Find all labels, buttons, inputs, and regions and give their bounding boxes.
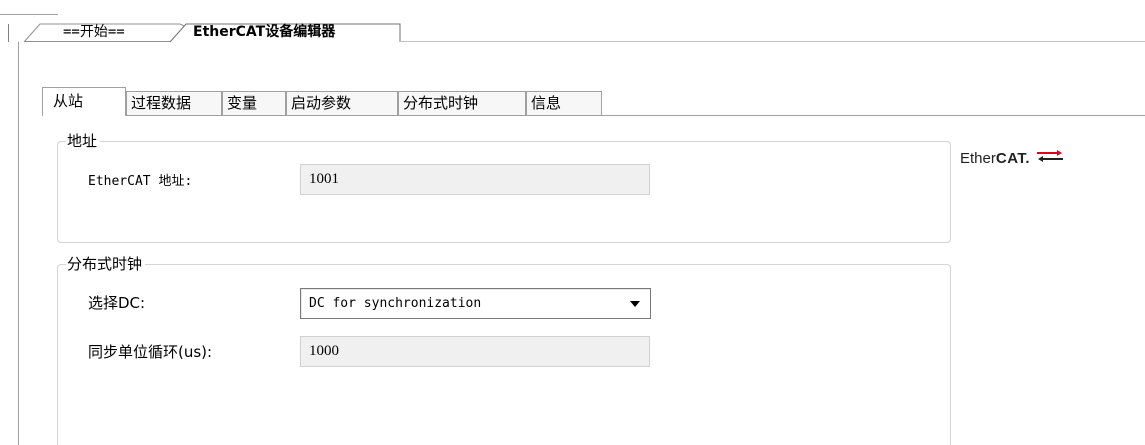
address-group-title: 地址	[66, 131, 101, 151]
strip-baseline	[400, 41, 1145, 42]
ethercat-address-field[interactable]: 1001	[300, 164, 650, 195]
tab-process-data[interactable]: 过程数据	[126, 91, 222, 115]
sync-cycle-label: 同步单位循环(us):	[88, 343, 213, 361]
tab-slave[interactable]: 从站	[42, 87, 126, 116]
tab-variables[interactable]: 变量	[222, 91, 286, 115]
distributed-clock-group-title: 分布式时钟	[66, 254, 146, 274]
tab-panel-border	[42, 115, 1145, 116]
ethercat-logo-icon: EtherCAT.	[960, 150, 1063, 172]
tab-startup-parameters[interactable]: 启动参数	[286, 91, 398, 115]
select-dc-dropdown[interactable]: DC for synchronization	[300, 288, 651, 319]
logo-cat-text: CAT.	[995, 150, 1031, 167]
tab-info[interactable]: 信息	[526, 91, 602, 115]
editor-tab-ethercat-device-editor[interactable]: EtherCAT设备编辑器	[193, 23, 335, 41]
logo-ether-text: Ether	[960, 150, 996, 167]
tab-distributed-clock[interactable]: 分布式时钟	[398, 91, 526, 115]
sync-cycle-field[interactable]: 1000	[300, 336, 650, 367]
select-dc-value: DC for synchronization	[309, 296, 482, 311]
window-frame-left	[18, 42, 19, 445]
logo-arrows-icon	[1037, 150, 1063, 162]
editor-tab-strip: ==开始== EtherCAT设备编辑器	[0, 0, 1145, 43]
editor-tab-start[interactable]: ==开始==	[63, 23, 125, 41]
select-dc-label: 选择DC:	[88, 294, 146, 312]
dropdown-arrow-icon[interactable]	[630, 301, 640, 307]
ethercat-address-label: EtherCAT 地址:	[88, 174, 193, 189]
